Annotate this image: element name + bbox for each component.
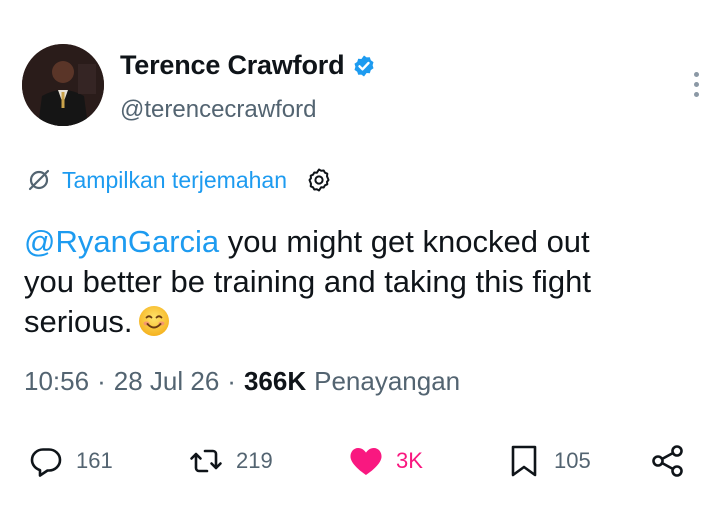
- smiling-face-emoji-icon: [138, 306, 169, 336]
- repost-count: 219: [236, 448, 273, 473]
- tweet-text-line1: you might get knocked out: [219, 224, 590, 259]
- meta-separator: ·: [227, 366, 236, 396]
- tweet-time[interactable]: 10:56: [24, 366, 89, 397]
- name-row: Terence Crawford: [120, 50, 376, 81]
- more-options-icon[interactable]: [690, 72, 702, 102]
- no-translate-icon: [28, 169, 50, 191]
- show-translation-link[interactable]: Tampilkan terjemahan: [62, 167, 287, 194]
- reply-button[interactable]: 161: [28, 440, 113, 482]
- like-count: 3K: [396, 448, 423, 473]
- meta-separator: ·: [97, 366, 106, 396]
- display-name[interactable]: Terence Crawford: [120, 50, 345, 81]
- user-handle[interactable]: @terencecrawford: [120, 96, 316, 124]
- tweet-header: Terence Crawford @terencecrawford: [22, 42, 702, 132]
- action-bar: 161 219 3K 105: [28, 440, 698, 482]
- reply-count: 161: [76, 448, 113, 473]
- views-count: 366K: [243, 366, 307, 396]
- views-label: Penayangan: [314, 366, 461, 396]
- reply-icon: [30, 448, 62, 477]
- bookmark-icon: [511, 445, 537, 477]
- share-icon: [652, 445, 683, 477]
- bookmark-count: 105: [554, 448, 591, 473]
- tweet-meta: 10:56 · 28 Jul 26 · 366K Penayangan: [24, 366, 460, 397]
- verified-badge-icon: [354, 55, 374, 76]
- bookmark-button[interactable]: 105: [506, 440, 591, 482]
- avatar[interactable]: [22, 44, 104, 126]
- tweet-text: @RyanGarcia you might get knocked out yo…: [24, 222, 704, 342]
- tweet-date[interactable]: 28 Jul 26: [114, 366, 220, 397]
- heart-icon: [350, 448, 382, 475]
- tweet-text-line2: you better be training and taking this f…: [24, 264, 591, 299]
- like-button[interactable]: 3K: [348, 440, 423, 482]
- repost-icon: [190, 449, 222, 473]
- tweet-text-line3: serious.: [24, 304, 133, 339]
- repost-button[interactable]: 219: [188, 440, 273, 482]
- share-button[interactable]: [650, 440, 686, 482]
- translate-row: Tampilkan terjemahan: [26, 166, 333, 194]
- mention-link[interactable]: @RyanGarcia: [24, 224, 219, 259]
- gear-icon[interactable]: [305, 166, 333, 194]
